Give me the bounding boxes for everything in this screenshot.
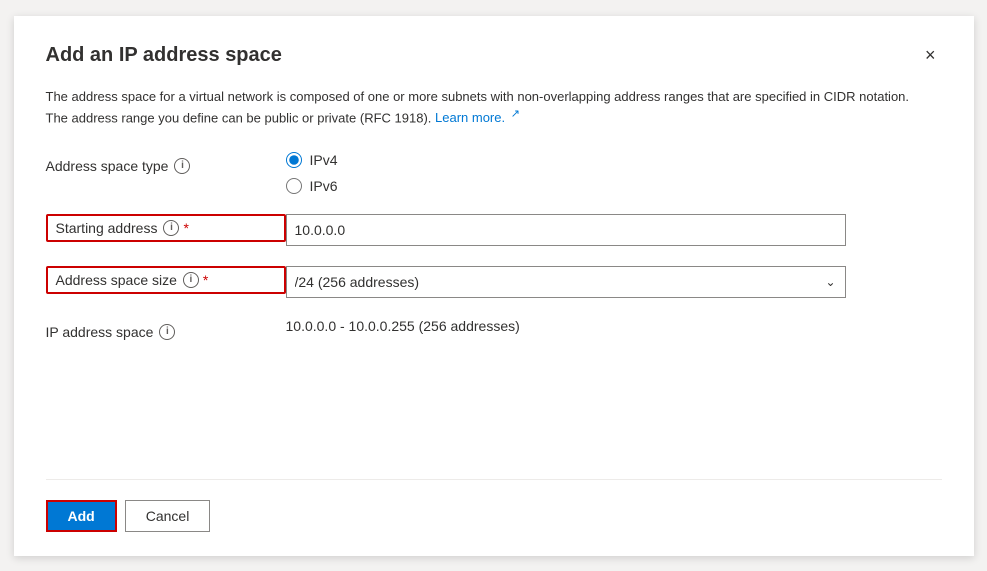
add-button[interactable]: Add bbox=[46, 500, 117, 532]
close-button[interactable]: × bbox=[919, 44, 942, 66]
radio-group: IPv4 IPv6 bbox=[286, 152, 942, 194]
ipv6-label: IPv6 bbox=[310, 178, 338, 194]
starting-address-input[interactable] bbox=[286, 214, 846, 246]
address-space-type-info-icon[interactable]: i bbox=[174, 158, 190, 174]
form-body: Address space type i IPv4 IPv6 bbox=[46, 152, 942, 455]
starting-address-control bbox=[286, 214, 942, 246]
external-link-icon: ↗ bbox=[511, 108, 520, 120]
address-space-type-label-col: Address space type i bbox=[46, 152, 286, 174]
address-space-size-control: /8 (16777216 addresses) /16 (65536 addre… bbox=[286, 266, 942, 298]
dialog-footer: Add Cancel bbox=[46, 479, 942, 532]
ipv6-radio[interactable] bbox=[286, 178, 302, 194]
starting-address-required: * bbox=[183, 220, 188, 236]
dialog-title: Add an IP address space bbox=[46, 44, 282, 67]
ipv4-radio[interactable] bbox=[286, 152, 302, 168]
address-space-type-label: Address space type bbox=[46, 158, 169, 174]
ip-address-space-info-icon[interactable]: i bbox=[159, 324, 175, 340]
dialog-header: Add an IP address space × bbox=[46, 44, 942, 67]
starting-address-label: Starting address bbox=[56, 220, 158, 236]
address-space-type-row: Address space type i IPv4 IPv6 bbox=[46, 152, 942, 194]
address-space-size-select-wrapper: /8 (16777216 addresses) /16 (65536 addre… bbox=[286, 266, 846, 298]
address-space-size-row: Address space size i * /8 (16777216 addr… bbox=[46, 266, 942, 298]
add-ip-address-space-dialog: Add an IP address space × The address sp… bbox=[14, 16, 974, 556]
address-space-size-required: * bbox=[203, 272, 208, 288]
ipv4-label: IPv4 bbox=[310, 152, 338, 168]
address-space-size-select[interactable]: /8 (16777216 addresses) /16 (65536 addre… bbox=[286, 266, 846, 298]
dialog-description: The address space for a virtual network … bbox=[46, 87, 926, 128]
address-space-size-label-col: Address space size i * bbox=[46, 266, 286, 294]
cancel-button[interactable]: Cancel bbox=[125, 500, 211, 532]
ip-address-space-label-col: IP address space i bbox=[46, 318, 286, 340]
ipv4-option[interactable]: IPv4 bbox=[286, 152, 942, 168]
ip-address-space-value: 10.0.0.0 - 10.0.0.255 (256 addresses) bbox=[286, 312, 520, 334]
learn-more-link[interactable]: Learn more. ↗ bbox=[435, 110, 520, 125]
starting-address-info-icon[interactable]: i bbox=[163, 220, 179, 236]
address-space-type-control: IPv4 IPv6 bbox=[286, 152, 942, 194]
address-space-size-label: Address space size bbox=[56, 272, 177, 288]
ip-address-space-label: IP address space bbox=[46, 324, 154, 340]
ipv6-option[interactable]: IPv6 bbox=[286, 178, 942, 194]
address-space-size-info-icon[interactable]: i bbox=[183, 272, 199, 288]
ip-address-space-value-col: 10.0.0.0 - 10.0.0.255 (256 addresses) bbox=[286, 318, 942, 334]
starting-address-label-col: Starting address i * bbox=[46, 214, 286, 242]
ip-address-space-row: IP address space i 10.0.0.0 - 10.0.0.255… bbox=[46, 318, 942, 340]
starting-address-row: Starting address i * bbox=[46, 214, 942, 246]
